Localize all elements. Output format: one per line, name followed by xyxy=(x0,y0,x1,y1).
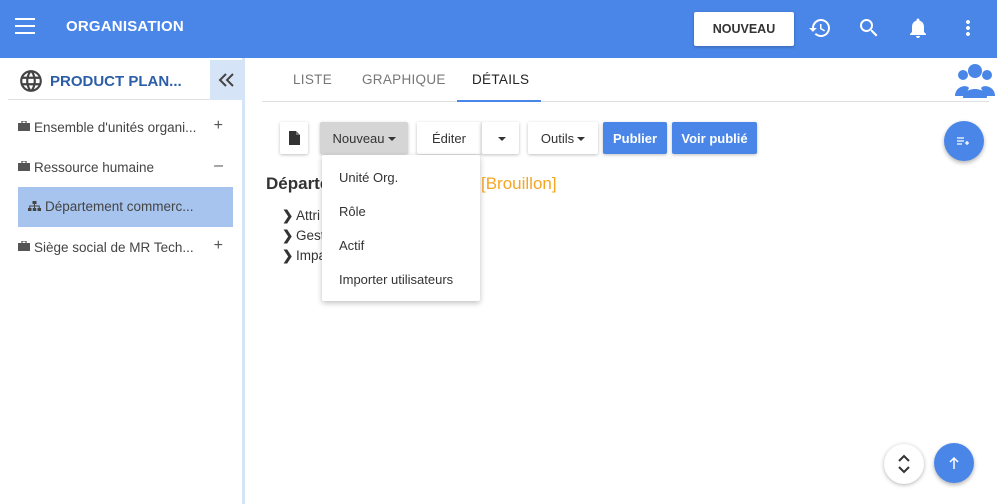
tree-item-siege-social[interactable]: Siège social de MR Tech... + xyxy=(18,228,233,268)
section-label: Attri xyxy=(296,208,321,223)
sidebar: PRODUCT PLAN... Ensemble d'unités organi… xyxy=(0,58,245,504)
chevron-right-icon: ❯ xyxy=(282,228,294,243)
caret-down-icon xyxy=(498,137,506,142)
org-chart-icon xyxy=(28,201,41,211)
tree-item-label: Siège social de MR Tech... xyxy=(34,240,194,255)
section-impact[interactable]: ❯ Impa xyxy=(282,248,326,264)
outils-label: Outils xyxy=(540,130,575,146)
tree-item-label: Ressource humaine xyxy=(34,160,155,175)
caret-down-icon xyxy=(387,137,396,142)
collapse-sidebar-button[interactable] xyxy=(210,60,244,100)
view-tabs: LISTE GRAPHIQUE DÉTAILS xyxy=(262,60,989,102)
search-icon[interactable] xyxy=(857,16,881,40)
menu-item-importer-utilisateurs[interactable]: Importer utilisateurs xyxy=(339,272,453,287)
nouveau-dropdown-menu: Unité Org. Rôle Actif Importer utilisate… xyxy=(322,155,480,301)
menu-item-unite-org[interactable]: Unité Org. xyxy=(339,170,398,185)
double-chevron-left-icon xyxy=(218,73,234,87)
document-button[interactable] xyxy=(280,122,308,154)
sidebar-title[interactable]: PRODUCT PLAN... xyxy=(50,73,182,90)
tab-graphique[interactable]: GRAPHIQUE xyxy=(362,72,446,87)
sidebar-header: PRODUCT PLAN... xyxy=(8,60,210,100)
editer-dropdown-toggle[interactable] xyxy=(481,122,519,154)
briefcase-icon xyxy=(18,241,30,251)
chevron-right-icon: ❯ xyxy=(282,208,294,223)
add-to-list-button[interactable] xyxy=(944,121,984,161)
tab-liste[interactable]: LISTE xyxy=(293,72,332,87)
globe-icon xyxy=(20,70,42,92)
menu-item-role[interactable]: Rôle xyxy=(339,204,366,219)
nouveau-dropdown-button[interactable]: Nouveau xyxy=(320,122,408,154)
collapse-toggle[interactable]: – xyxy=(214,157,223,175)
top-app-bar: ORGANISATION NOUVEAU xyxy=(0,0,997,58)
more-vert-icon[interactable] xyxy=(956,16,980,40)
expand-toggle[interactable]: + xyxy=(214,237,223,255)
scroll-top-button[interactable] xyxy=(934,443,974,483)
menu-icon[interactable] xyxy=(15,18,35,34)
section-label: Gest xyxy=(296,228,325,243)
playlist-add-icon xyxy=(957,137,969,145)
tree-item-label: Ensemble d'unités organi... xyxy=(34,120,197,135)
unfold-icon xyxy=(898,454,910,474)
history-icon[interactable] xyxy=(808,16,832,40)
menu-item-actif[interactable]: Actif xyxy=(339,238,364,253)
scroll-nav-button[interactable] xyxy=(884,444,924,484)
status-badge: [Brouillon] xyxy=(481,174,557,193)
bell-icon[interactable] xyxy=(906,16,930,40)
arrow-up-icon xyxy=(949,457,959,469)
nouveau-label: Nouveau xyxy=(332,130,385,146)
tree-item-label: Département commerc... xyxy=(45,199,194,214)
expand-toggle[interactable]: + xyxy=(214,117,223,135)
tree-item-ensemble[interactable]: Ensemble d'unités organi... + xyxy=(18,108,233,148)
editer-button[interactable]: Éditer xyxy=(417,122,481,154)
briefcase-icon xyxy=(18,121,30,131)
document-icon xyxy=(288,131,300,145)
outils-dropdown-button[interactable]: Outils xyxy=(528,122,598,154)
active-tab-indicator xyxy=(457,100,541,102)
new-button[interactable]: NOUVEAU xyxy=(694,12,794,46)
publier-button[interactable]: Publier xyxy=(603,122,667,154)
chevron-right-icon: ❯ xyxy=(282,248,294,263)
section-gestion[interactable]: ❯ Gest xyxy=(282,228,325,244)
app-title: ORGANISATION xyxy=(66,18,184,35)
page-title: Départe xyxy=(266,174,330,193)
tab-details[interactable]: DÉTAILS xyxy=(472,72,529,87)
tree-item-departement-commercial[interactable]: Département commerc... xyxy=(18,187,233,227)
caret-down-icon xyxy=(577,137,586,142)
section-attributs[interactable]: ❯ Attri xyxy=(282,208,320,224)
tree-item-ressource-humaine[interactable]: Ressource humaine – xyxy=(18,148,233,188)
voir-publie-button[interactable]: Voir publié xyxy=(672,122,757,154)
people-icon[interactable] xyxy=(955,62,995,98)
briefcase-icon xyxy=(18,161,30,171)
